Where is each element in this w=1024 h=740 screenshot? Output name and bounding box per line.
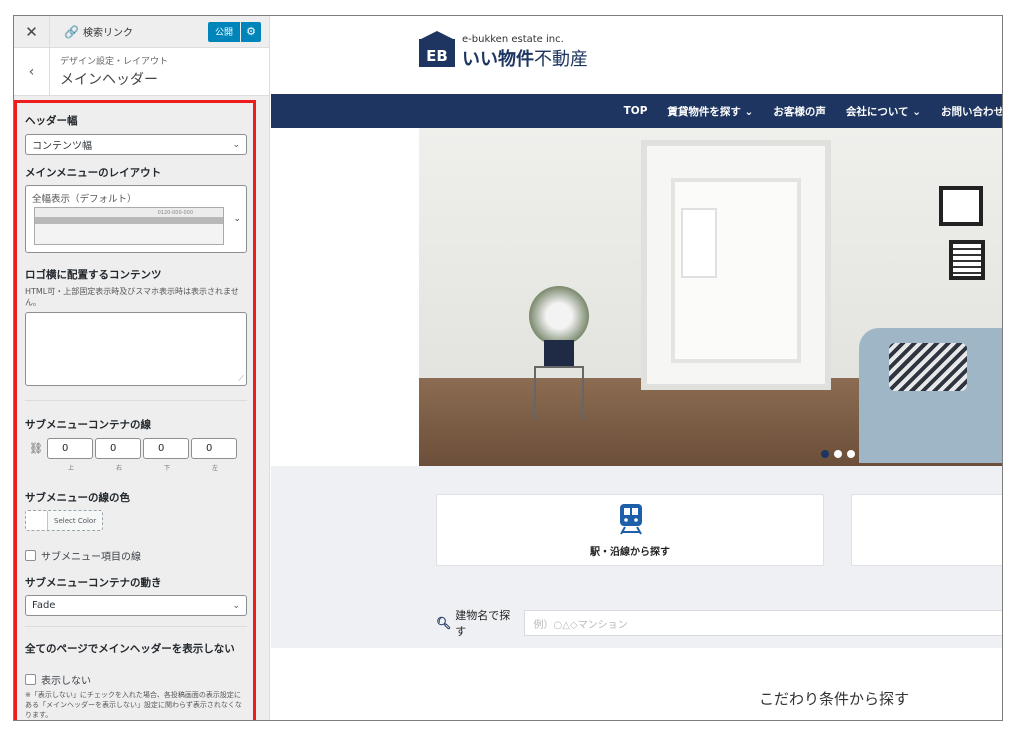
hide-header-title: 全てのページでメインヘッダーを表示しない [25,643,235,655]
logo-side-help: HTML可・上部固定表示時及びスマホ表示時は表示されません。 [25,287,239,307]
conditions-search-title: こだわり条件から探す [759,690,910,708]
logo-side-textarea[interactable]: ⟋ [25,312,247,386]
building-search-input[interactable]: 例）○△◇マンション [524,610,1002,636]
nav-item-top[interactable]: TOP [624,105,648,117]
gear-icon[interactable]: ⚙ [241,21,261,42]
search-icon: 🔍︎ [436,616,452,630]
border-bottom-label: 下 [163,465,170,472]
building-search-label: 建物名で探す [455,609,511,638]
hide-header-note: ※「表示しない」にチェックを入れた場合、各投稿画面の表示設定にある「メインヘッダ… [25,691,242,719]
main-nav: TOP 賃貸物件を探す ⌄ お客様の声 会社について ⌄ お問い合わせ [271,94,1002,128]
submenu-border-inputs: ⛓ 0 0 0 0 [25,438,247,459]
section-header: ‹ デザイン設定・レイアウト メインヘッダー [14,47,269,96]
carousel-dot[interactable] [821,450,829,458]
carousel-dots [821,450,860,458]
resize-handle-icon[interactable]: ⟋ [238,374,244,384]
hide-header-label: 表示しない [41,676,91,687]
border-bottom-input[interactable]: 0 [143,438,189,459]
menu-layout-select[interactable]: 全幅表示（デフォルト） 0120-000-000 ⌄ [25,185,247,253]
submenu-item-border-option[interactable]: サブメニュー項目の線 [25,548,247,563]
station-search-label: 駅・沿線から探す [590,547,670,558]
link-icon: 🔗 [64,24,79,39]
carousel-dot[interactable] [834,450,842,458]
border-right-input[interactable]: 0 [95,438,141,459]
breadcrumb: デザイン設定・レイアウト [60,57,169,67]
color-swatch [26,511,48,530]
train-icon [620,504,642,535]
hide-header-checkbox[interactable] [25,674,36,685]
lower-section: こだわり条件から探す [271,648,1002,720]
border-right-label: 右 [115,465,122,472]
chevron-down-icon: ⌄ [232,600,240,611]
chevron-down-icon: ⌄ [232,139,240,150]
select-color-label: Select Color [54,516,97,525]
back-button[interactable]: ‹ [14,47,50,96]
border-left-input[interactable]: 0 [191,438,237,459]
submenu-border-title: サブメニューコンテナの線 [25,419,151,431]
logo-mark: EB [419,30,455,67]
submenu-color-title: サブメニューの線の色 [25,492,130,504]
logo-title-rest: 不動産 [534,49,588,70]
border-top-label: 上 [67,465,74,472]
search-link-label: 検索リンク [82,28,133,39]
submenu-motion-select[interactable]: Fade ⌄ [25,595,247,616]
logo-title: いい物件不動産 [462,45,588,71]
search-card-secondary[interactable] [851,494,1002,566]
search-link[interactable]: 🔗 検索リンク [50,24,208,40]
section-title: メインヘッダー [60,72,158,88]
station-search-card[interactable]: 駅・沿線から探す [436,494,824,566]
border-top-input[interactable]: 0 [47,438,93,459]
publish-button[interactable]: 公開 [208,21,240,42]
header-width-title: ヘッダー幅 [25,115,78,127]
submenu-motion-value: Fade [32,600,56,611]
browser-frame: ✕ 🔗 検索リンク 公開 ⚙ ‹ デザイン設定・レイアウト メインヘッダー ヘッ… [13,15,1003,721]
carousel-dot[interactable] [847,450,855,458]
nav-item-rentals[interactable]: 賃貸物件を探す ⌄ [667,104,753,119]
border-left-label: 左 [211,465,218,472]
site-preview: EB e-bukken estate inc. いい物件不動産 TOP 賃貸物件… [271,16,1002,720]
select-color-button[interactable]: Select Color [25,510,104,531]
header-width-value: コンテンツ幅 [32,141,92,152]
submenu-motion-title: サブメニューコンテナの動き [25,577,162,589]
menu-layout-value: 全幅表示（デフォルト） [32,194,137,205]
header-width-select[interactable]: コンテンツ幅 ⌄ [25,134,247,155]
nav-item-reviews[interactable]: お客様の声 [773,104,826,119]
close-icon[interactable]: ✕ [14,16,50,48]
controls-panel: ヘッダー幅 コンテンツ幅 ⌄ メインメニューのレイアウト 全幅表示（デフォルト）… [14,97,258,720]
logo-subtitle: e-bukken estate inc. [462,34,564,45]
link-values-icon[interactable]: ⛓ [25,442,47,455]
submenu-item-border-checkbox[interactable] [25,550,36,561]
layout-preview-phone: 0120-000-000 [157,209,193,216]
submenu-item-border-label: サブメニュー項目の線 [41,552,141,563]
hide-header-option[interactable]: 表示しない [25,672,247,687]
nav-item-contact[interactable]: お問い合わせ [941,104,1002,119]
logo-title-bold: いい物件 [462,49,534,70]
customizer-topbar: ✕ 🔗 検索リンク 公開 ⚙ [14,16,269,48]
nav-item-company[interactable]: 会社について ⌄ [846,104,921,119]
logo-side-title: ロゴ横に配置するコンテンツ [25,269,162,281]
hero-image [419,128,1002,466]
menu-layout-title: メインメニューのレイアウト [25,167,162,179]
building-search: 🔍︎ 建物名で探す 例）○△◇マンション [436,607,1002,639]
border-input-labels: 上 右 下 左 [25,463,247,472]
layout-preview-thumbnail: 0120-000-000 [34,207,224,245]
chevron-down-icon: ⌄ [233,214,241,224]
customizer-sidebar: ✕ 🔗 検索リンク 公開 ⚙ ‹ デザイン設定・レイアウト メインヘッダー ヘッ… [14,16,270,720]
site-logo[interactable]: EB e-bukken estate inc. いい物件不動産 [419,30,588,71]
